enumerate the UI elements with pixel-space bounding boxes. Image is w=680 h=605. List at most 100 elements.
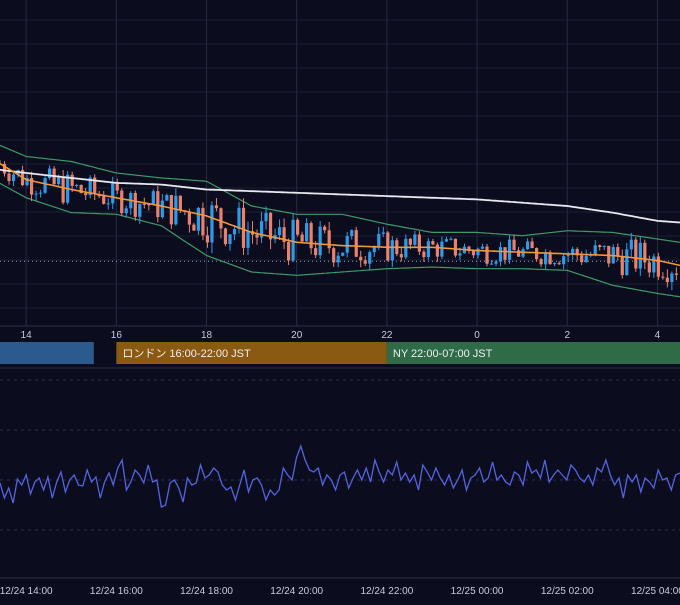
candle-body: [435, 244, 440, 257]
candle-body: [314, 248, 318, 256]
candle-body: [345, 236, 349, 253]
candle-body: [142, 203, 146, 205]
candle-body: [444, 239, 449, 242]
time-x-tick-label: 12/24 14:00: [0, 586, 53, 597]
candle-body: [426, 241, 430, 258]
candle-body: [674, 273, 678, 275]
candle-body: [647, 262, 651, 273]
candle-body: [494, 261, 498, 264]
candle-body: [616, 247, 620, 257]
candle-body: [61, 177, 65, 203]
candle-body: [255, 234, 259, 238]
candle-body: [201, 207, 205, 236]
session-label: ロンドン 16:00-22:00 JST: [122, 348, 251, 360]
candle-body: [557, 263, 561, 265]
candle-body: [390, 240, 394, 261]
candle-body: [241, 207, 246, 248]
price-x-tick-label: 16: [111, 330, 123, 341]
candle-body: [566, 255, 570, 257]
candle-body: [48, 168, 52, 179]
time-x-tick-label: 12/25 00:00: [451, 586, 504, 597]
candle-body: [354, 230, 358, 257]
candle-body: [507, 239, 512, 260]
candle-body: [363, 260, 367, 264]
candle-body: [422, 251, 426, 258]
price-x-tick-label: 4: [655, 330, 661, 341]
candle-body: [246, 231, 250, 248]
candle-body: [625, 249, 629, 276]
time-x-tick-label: 12/24 22:00: [360, 586, 413, 597]
candle-body: [111, 182, 115, 204]
candle-body: [634, 239, 638, 269]
candle-body: [192, 224, 196, 231]
time-x-tick-label: 12/25 04:00: [631, 586, 680, 597]
candle-body: [228, 234, 232, 245]
candle-body: [458, 253, 462, 256]
candle-body: [580, 255, 584, 263]
candle-body: [106, 203, 110, 205]
candle-body: [120, 190, 124, 214]
candle-body: [57, 177, 61, 185]
candle-body: [318, 226, 322, 256]
candle-body: [512, 239, 516, 251]
candle-body: [553, 263, 557, 265]
candle-body: [638, 242, 642, 269]
candle-body: [629, 239, 633, 250]
candle-body: [160, 200, 164, 218]
candle-body: [525, 241, 530, 250]
candle-body: [268, 212, 273, 240]
candle-body: [598, 245, 602, 247]
price-x-tick-label: 14: [21, 330, 33, 341]
candle-body: [620, 256, 624, 276]
candle-body: [178, 195, 182, 211]
candle-body: [544, 252, 548, 265]
candle-body: [381, 232, 385, 234]
candle-body: [593, 245, 597, 255]
time-x-tick-label: 12/24 18:00: [180, 586, 233, 597]
candle-body: [232, 229, 237, 235]
candle-body: [386, 232, 390, 261]
candle-body: [196, 207, 201, 231]
candle-body: [237, 207, 241, 230]
time-x-tick-label: 12/24 20:00: [270, 586, 323, 597]
chart-svg[interactable]: 14 16 18 20 22 0 2 4 ロンドン 16:00-22:00 JST NY 22:…: [0, 0, 680, 600]
price-x-tick-label: 20: [291, 330, 303, 341]
candle-body: [539, 259, 543, 265]
candle-body: [219, 208, 223, 229]
candle-body: [102, 196, 106, 204]
trading-chart[interactable]: 14 16 18 20 22 0 2 4 ロンドン 16:00-22:00 JST NY 22:…: [0, 0, 680, 600]
candle-body: [169, 195, 173, 225]
candle-body: [602, 245, 606, 247]
session-label: NY 22:00-07:00 JST: [393, 348, 493, 360]
candle-body: [115, 182, 119, 191]
candle-body: [323, 226, 327, 231]
candle-body: [476, 248, 480, 256]
candle-body: [480, 246, 485, 249]
candle-body: [404, 238, 408, 258]
candle-body: [408, 238, 412, 245]
candle-body: [359, 256, 363, 261]
candle-body: [7, 173, 11, 182]
candle-body: [296, 219, 300, 235]
candle-body: [413, 234, 417, 245]
candle-body: [277, 227, 282, 236]
candle-body: [453, 238, 458, 256]
candle-body: [205, 235, 210, 243]
candle-body: [214, 205, 219, 209]
candle-body: [305, 223, 309, 242]
candle-body: [417, 234, 421, 252]
price-x-tick-label: 18: [201, 330, 213, 341]
candle-body: [341, 252, 345, 256]
candle-body: [133, 192, 137, 217]
candle-body: [124, 208, 128, 214]
candle-body: [223, 228, 228, 245]
candle-body: [431, 241, 435, 245]
candle-body: [530, 241, 534, 249]
time-x-tick-label: 12/25 02:00: [541, 586, 594, 597]
candle-body: [291, 219, 295, 261]
candle-body: [399, 254, 403, 258]
candle-body: [84, 193, 88, 196]
candle-body: [665, 277, 669, 283]
candle-body: [151, 191, 155, 205]
candle-body: [264, 212, 268, 222]
